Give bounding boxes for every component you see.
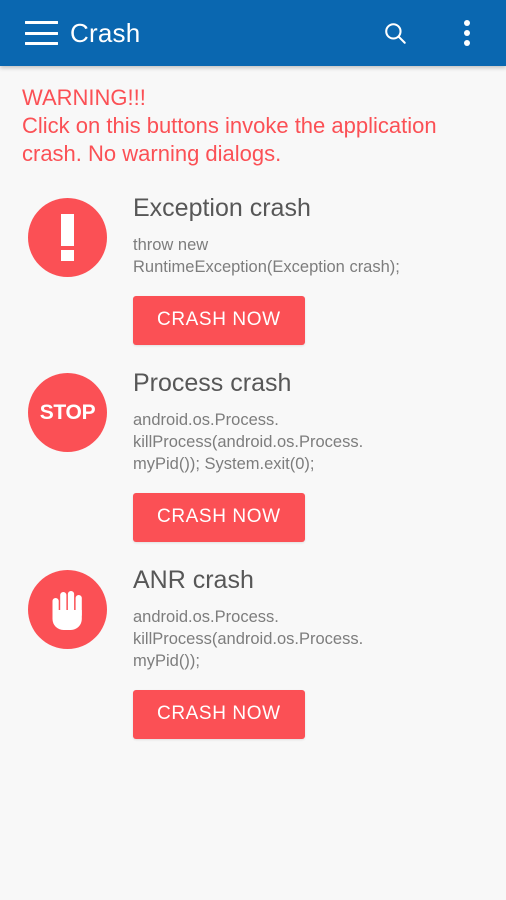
list-item: Exception crash throw new RuntimeExcepti… <box>0 192 506 345</box>
warning-heading: WARNING!!! <box>22 85 146 110</box>
list-item: STOP Process crash android.os.Process. k… <box>0 367 506 542</box>
crash-list: Exception crash throw new RuntimeExcepti… <box>0 192 506 739</box>
warning-text: WARNING!!! Click on this buttons invoke … <box>0 84 506 168</box>
crash-item-title: Exception crash <box>133 194 311 222</box>
hand-circle-icon <box>28 570 107 649</box>
warning-body: Click on this buttons invoke the applica… <box>22 113 437 166</box>
search-icon[interactable] <box>378 16 412 50</box>
app-bar-actions <box>378 16 484 50</box>
app-screen: Crash WARNING!!! Click on this buttons i… <box>0 0 506 900</box>
list-item-body: Exception crash throw new RuntimeExcepti… <box>107 192 490 345</box>
crash-item-description: android.os.Process. killProcess(android.… <box>133 608 364 670</box>
page-title: Crash <box>70 17 141 48</box>
overflow-menu-icon[interactable] <box>450 16 484 50</box>
crash-now-button[interactable]: CRASH NOW <box>133 493 305 542</box>
crash-item-description: throw new RuntimeException(Exception cra… <box>133 236 400 276</box>
list-item-body: ANR crash android.os.Process. killProces… <box>107 564 490 739</box>
overflow-dots <box>464 20 470 46</box>
stop-circle-icon: STOP <box>28 373 107 452</box>
app-bar: Crash <box>0 0 506 66</box>
hamburger-menu-icon[interactable] <box>25 21 58 45</box>
overflow-dot <box>464 40 470 46</box>
crash-item-title: Process crash <box>133 369 292 397</box>
list-item: ANR crash android.os.Process. killProces… <box>0 564 506 739</box>
list-item-body: Process crash android.os.Process. killPr… <box>107 367 490 542</box>
crash-item-description: android.os.Process. killProcess(android.… <box>133 411 364 473</box>
crash-now-button[interactable]: CRASH NOW <box>133 296 305 345</box>
crash-now-button[interactable]: CRASH NOW <box>133 690 305 739</box>
hamburger-line <box>25 31 58 35</box>
hamburger-line <box>25 42 58 45</box>
exclamation-bar <box>61 214 74 246</box>
content-area: WARNING!!! Click on this buttons invoke … <box>0 66 506 900</box>
hand-glyph <box>52 590 82 630</box>
hamburger-line <box>25 21 58 24</box>
stop-glyph-label: STOP <box>39 400 96 424</box>
overflow-dot <box>464 20 470 26</box>
exclamation-glyph <box>61 214 74 261</box>
overflow-dot <box>464 30 470 36</box>
exclamation-dot <box>61 250 74 261</box>
app-bar-left: Crash <box>25 18 378 49</box>
exclamation-circle-icon <box>28 198 107 277</box>
crash-item-title: ANR crash <box>133 566 254 594</box>
